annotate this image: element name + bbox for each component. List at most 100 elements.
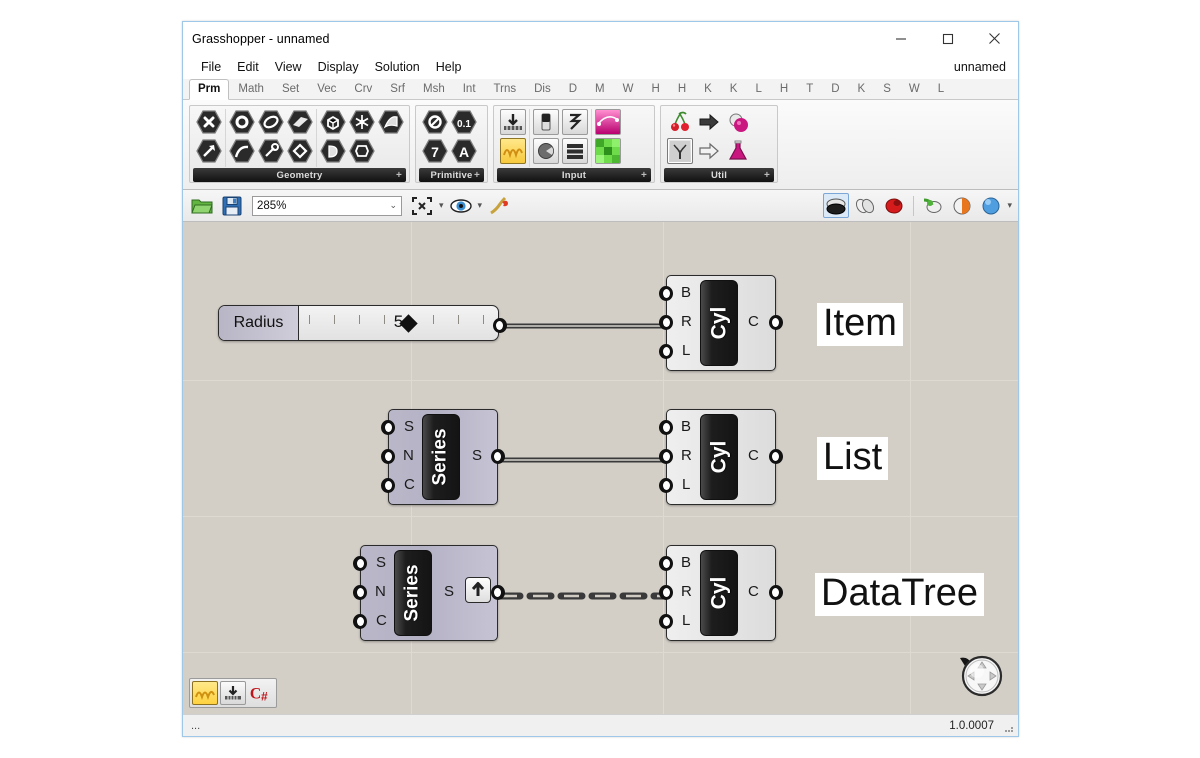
series-list-input-s[interactable]: S [404,418,414,435]
cyl-item-nub-l[interactable] [659,344,673,359]
knob-icon[interactable] [533,138,559,164]
input-expand-icon[interactable]: + [641,170,647,181]
zoom-extents-caret-icon[interactable]: ▾ [439,200,444,211]
profiler-widget-icon[interactable] [220,681,246,705]
cherry-icon[interactable] [667,109,693,135]
menu-item-help[interactable]: Help [428,58,470,76]
tab-srf[interactable]: Srf [381,79,414,99]
arc-param-icon[interactable] [258,138,284,164]
menu-item-view[interactable]: View [267,58,310,76]
tab-set[interactable]: Set [273,79,308,99]
cyl-item-nub-r[interactable] [659,315,673,330]
series-list-nub-out[interactable] [491,449,505,464]
tab-d-2[interactable]: D [822,79,848,99]
preview-settings-button[interactable] [978,193,1004,218]
tab-msh[interactable]: Msh [414,79,454,99]
tab-w-1[interactable]: W [614,79,643,99]
series-list-nub-n[interactable] [381,449,395,464]
tab-k-3[interactable]: K [849,79,875,99]
cyl-list-nub-b[interactable] [659,420,673,435]
menu-item-file[interactable]: File [193,58,229,76]
menu-item-solution[interactable]: Solution [367,58,428,76]
plane-param-icon[interactable] [287,109,313,135]
cyl-item-input-r[interactable]: R [681,313,692,330]
gradient-icon[interactable] [500,138,526,164]
brep-param-icon[interactable] [320,138,346,164]
graph-mapper-icon[interactable] [595,109,621,135]
primitive-expand-icon[interactable]: + [474,170,480,181]
component-cyl-list[interactable]: Cyl B R L C [659,409,783,505]
tab-math[interactable]: Math [229,79,273,99]
subd-param-icon[interactable] [349,138,375,164]
number-slider-icon[interactable] [500,109,526,135]
gradient-widget-icon[interactable] [192,681,218,705]
tree-icon[interactable] [667,138,693,164]
tab-w-2[interactable]: W [900,79,929,99]
series-list-output-s[interactable]: S [472,447,482,464]
preview-caret-icon[interactable]: ▾ [478,200,483,211]
cyl-datatree-nub-r[interactable] [659,585,673,600]
series-datatree-nub-c[interactable] [353,614,367,629]
preview-settings-caret-icon[interactable]: ▾ [1007,200,1012,211]
open-file-button[interactable] [189,193,215,218]
wireframe-preview-button[interactable] [852,193,878,218]
tab-t[interactable]: T [797,79,822,99]
sphere-pink-icon[interactable] [725,109,751,135]
series-datatree-nub-out[interactable] [491,585,505,600]
maximize-button[interactable] [924,22,971,55]
cyl-list-input-l[interactable]: L [682,476,690,493]
geometry-expand-icon[interactable]: + [396,170,402,181]
mesh-param-icon[interactable] [349,109,375,135]
series-datatree-input-c[interactable]: C [376,612,387,629]
tab-d-1[interactable]: D [560,79,586,99]
zoom-level-select[interactable]: 285% ⌄ [252,195,402,216]
slider-name-label[interactable]: Radius [219,306,299,340]
navigation-compass-icon[interactable] [952,652,1004,698]
component-series-datatree[interactable]: Series S N C S [353,545,505,641]
tab-trns[interactable]: Trns [485,79,526,99]
cyl-datatree-output-c[interactable]: C [748,583,759,600]
arrow-hollow-icon[interactable] [696,138,722,164]
point-param-icon[interactable] [229,109,255,135]
series-datatree-input-s[interactable]: S [376,554,386,571]
cyl-item-input-l[interactable]: L [682,342,690,359]
slider-track[interactable]: 5 [299,306,498,340]
cyl-datatree-nub-b[interactable] [659,556,673,571]
shaded-preview-button[interactable] [823,193,850,218]
close-button[interactable] [971,22,1018,55]
cyl-item-input-b[interactable]: B [681,284,691,301]
tab-vec[interactable]: Vec [308,79,345,99]
menu-item-edit[interactable]: Edit [229,58,267,76]
tab-int[interactable]: Int [454,79,485,99]
tab-k-2[interactable]: K [721,79,747,99]
box-param-icon[interactable] [320,109,346,135]
cyl-datatree-input-b[interactable]: B [681,554,691,571]
sketch-flame-button[interactable] [486,193,512,218]
csharp-widget-icon[interactable]: C # [248,681,274,705]
tab-h-2[interactable]: H [669,79,695,99]
panel-icon[interactable] [562,138,588,164]
cyl-list-nub-c[interactable] [769,449,783,464]
vector-param-icon[interactable] [196,138,222,164]
cyl-datatree-nub-l[interactable] [659,614,673,629]
boolean-toggle-icon[interactable] [533,109,559,135]
tab-s[interactable]: S [874,79,900,99]
tab-h-3[interactable]: H [771,79,797,99]
series-list-input-n[interactable]: N [403,447,414,464]
cyl-item-nub-b[interactable] [659,286,673,301]
tab-crv[interactable]: Crv [345,79,381,99]
value-list-icon[interactable] [562,109,588,135]
cyl-item-nub-c[interactable] [769,315,783,330]
tab-k-1[interactable]: K [695,79,721,99]
series-datatree-nub-s[interactable] [353,556,367,571]
cyl-list-nub-r[interactable] [659,449,673,464]
resize-grip-icon[interactable] [1003,722,1015,734]
zoom-extents-button[interactable] [409,193,435,218]
minimize-button[interactable] [877,22,924,55]
series-datatree-input-n[interactable]: N [375,583,386,600]
render-preview-button[interactable] [881,193,907,218]
component-series-list[interactable]: Series S N C S [381,409,505,505]
tab-l-1[interactable]: L [746,79,770,99]
series-datatree-output-s[interactable]: S [444,583,454,600]
boolean-param-icon[interactable] [422,109,448,135]
